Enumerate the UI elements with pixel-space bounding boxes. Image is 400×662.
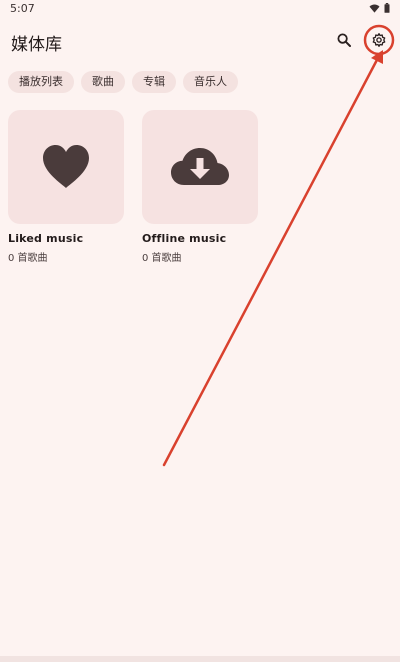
chip-albums[interactable]: 专辑 <box>132 71 176 93</box>
wifi-icon <box>369 4 380 13</box>
battery-icon <box>384 3 390 13</box>
status-icons <box>369 3 390 13</box>
cloud-download-icon <box>171 148 229 185</box>
annotation-arrow <box>162 24 395 467</box>
card-subtitle: 0 首歌曲 <box>8 253 48 264</box>
card-subtitle: 0 首歌曲 <box>142 253 182 264</box>
offline-music-card[interactable]: Offline music 0 首歌曲 <box>142 110 260 264</box>
liked-music-card[interactable]: Liked music 0 首歌曲 <box>8 110 126 264</box>
bottom-bar <box>0 656 400 662</box>
offline-music-artwork <box>142 110 258 224</box>
search-icon <box>337 33 351 47</box>
chip-songs[interactable]: 歌曲 <box>81 71 125 93</box>
status-bar: 5:07 <box>0 0 400 16</box>
status-time: 5:07 <box>10 2 35 15</box>
heart-icon <box>43 145 89 188</box>
search-button[interactable] <box>334 30 354 50</box>
chip-artists[interactable]: 音乐人 <box>183 71 238 93</box>
filter-chips: 播放列表 歌曲 专辑 音乐人 <box>8 71 238 93</box>
liked-music-artwork <box>8 110 124 224</box>
chip-playlists[interactable]: 播放列表 <box>8 71 74 93</box>
gear-icon <box>372 33 386 47</box>
settings-button[interactable] <box>365 26 393 54</box>
card-title: Liked music <box>8 232 84 245</box>
page-title: 媒体库 <box>11 35 62 55</box>
card-title: Offline music <box>142 232 227 245</box>
